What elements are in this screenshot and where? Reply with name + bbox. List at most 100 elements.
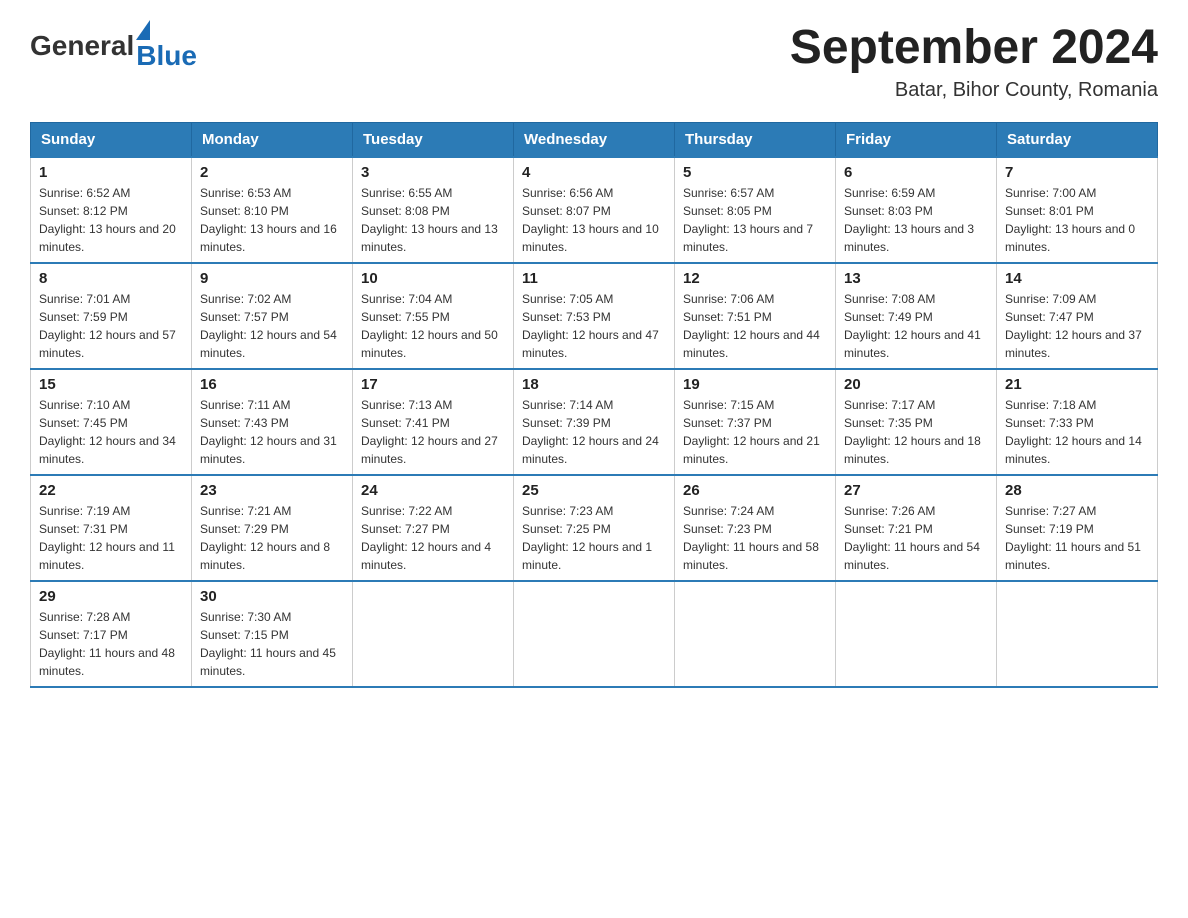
day-number: 7	[1005, 164, 1149, 181]
day-info: Sunrise: 7:01 AMSunset: 7:59 PMDaylight:…	[39, 292, 176, 360]
day-number: 11	[522, 270, 666, 287]
day-number: 29	[39, 588, 183, 605]
day-number: 15	[39, 376, 183, 393]
day-info: Sunrise: 6:55 AMSunset: 8:08 PMDaylight:…	[361, 186, 498, 254]
header-sunday: Sunday	[31, 123, 192, 158]
calendar-cell: 24 Sunrise: 7:22 AMSunset: 7:27 PMDaylig…	[353, 475, 514, 581]
calendar-cell: 19 Sunrise: 7:15 AMSunset: 7:37 PMDaylig…	[675, 369, 836, 475]
day-info: Sunrise: 7:18 AMSunset: 7:33 PMDaylight:…	[1005, 398, 1142, 466]
calendar-cell: 2 Sunrise: 6:53 AMSunset: 8:10 PMDayligh…	[192, 157, 353, 263]
calendar-week-row: 29 Sunrise: 7:28 AMSunset: 7:17 PMDaylig…	[31, 581, 1158, 687]
day-number: 17	[361, 376, 505, 393]
calendar-cell	[353, 581, 514, 687]
calendar-cell: 11 Sunrise: 7:05 AMSunset: 7:53 PMDaylig…	[514, 263, 675, 369]
day-info: Sunrise: 6:52 AMSunset: 8:12 PMDaylight:…	[39, 186, 176, 254]
day-number: 22	[39, 482, 183, 499]
day-number: 20	[844, 376, 988, 393]
month-title: September 2024	[790, 20, 1158, 75]
day-number: 9	[200, 270, 344, 287]
title-section: September 2024 Batar, Bihor County, Roma…	[790, 20, 1158, 102]
calendar-cell: 28 Sunrise: 7:27 AMSunset: 7:19 PMDaylig…	[997, 475, 1158, 581]
day-info: Sunrise: 7:06 AMSunset: 7:51 PMDaylight:…	[683, 292, 820, 360]
header-monday: Monday	[192, 123, 353, 158]
day-number: 21	[1005, 376, 1149, 393]
day-info: Sunrise: 7:23 AMSunset: 7:25 PMDaylight:…	[522, 504, 652, 572]
day-number: 4	[522, 164, 666, 181]
day-info: Sunrise: 7:13 AMSunset: 7:41 PMDaylight:…	[361, 398, 498, 466]
logo: General Blue	[30, 20, 197, 72]
day-number: 24	[361, 482, 505, 499]
calendar-cell: 22 Sunrise: 7:19 AMSunset: 7:31 PMDaylig…	[31, 475, 192, 581]
day-number: 12	[683, 270, 827, 287]
day-info: Sunrise: 7:17 AMSunset: 7:35 PMDaylight:…	[844, 398, 981, 466]
day-number: 13	[844, 270, 988, 287]
day-number: 23	[200, 482, 344, 499]
day-number: 25	[522, 482, 666, 499]
day-number: 1	[39, 164, 183, 181]
day-info: Sunrise: 7:30 AMSunset: 7:15 PMDaylight:…	[200, 610, 336, 678]
calendar-cell: 13 Sunrise: 7:08 AMSunset: 7:49 PMDaylig…	[836, 263, 997, 369]
day-info: Sunrise: 7:09 AMSunset: 7:47 PMDaylight:…	[1005, 292, 1142, 360]
logo-triangle-icon	[136, 20, 150, 40]
calendar-cell: 14 Sunrise: 7:09 AMSunset: 7:47 PMDaylig…	[997, 263, 1158, 369]
logo-blue-text: Blue	[136, 40, 197, 72]
calendar-table: Sunday Monday Tuesday Wednesday Thursday…	[30, 122, 1158, 688]
calendar-cell: 3 Sunrise: 6:55 AMSunset: 8:08 PMDayligh…	[353, 157, 514, 263]
calendar-cell	[997, 581, 1158, 687]
day-info: Sunrise: 7:14 AMSunset: 7:39 PMDaylight:…	[522, 398, 659, 466]
calendar-cell: 27 Sunrise: 7:26 AMSunset: 7:21 PMDaylig…	[836, 475, 997, 581]
day-number: 2	[200, 164, 344, 181]
day-info: Sunrise: 7:21 AMSunset: 7:29 PMDaylight:…	[200, 504, 330, 572]
calendar-week-row: 22 Sunrise: 7:19 AMSunset: 7:31 PMDaylig…	[31, 475, 1158, 581]
day-number: 26	[683, 482, 827, 499]
calendar-cell: 15 Sunrise: 7:10 AMSunset: 7:45 PMDaylig…	[31, 369, 192, 475]
location-text: Batar, Bihor County, Romania	[790, 79, 1158, 102]
calendar-cell: 8 Sunrise: 7:01 AMSunset: 7:59 PMDayligh…	[31, 263, 192, 369]
calendar-cell: 7 Sunrise: 7:00 AMSunset: 8:01 PMDayligh…	[997, 157, 1158, 263]
day-info: Sunrise: 7:10 AMSunset: 7:45 PMDaylight:…	[39, 398, 176, 466]
day-number: 30	[200, 588, 344, 605]
calendar-week-row: 1 Sunrise: 6:52 AMSunset: 8:12 PMDayligh…	[31, 157, 1158, 263]
header-friday: Friday	[836, 123, 997, 158]
calendar-cell: 23 Sunrise: 7:21 AMSunset: 7:29 PMDaylig…	[192, 475, 353, 581]
day-info: Sunrise: 7:00 AMSunset: 8:01 PMDaylight:…	[1005, 186, 1135, 254]
calendar-cell: 26 Sunrise: 7:24 AMSunset: 7:23 PMDaylig…	[675, 475, 836, 581]
logo-general-text: General	[30, 30, 134, 62]
day-info: Sunrise: 6:57 AMSunset: 8:05 PMDaylight:…	[683, 186, 813, 254]
calendar-cell: 29 Sunrise: 7:28 AMSunset: 7:17 PMDaylig…	[31, 581, 192, 687]
header-tuesday: Tuesday	[353, 123, 514, 158]
day-number: 14	[1005, 270, 1149, 287]
day-info: Sunrise: 7:28 AMSunset: 7:17 PMDaylight:…	[39, 610, 175, 678]
day-info: Sunrise: 7:22 AMSunset: 7:27 PMDaylight:…	[361, 504, 491, 572]
calendar-cell: 17 Sunrise: 7:13 AMSunset: 7:41 PMDaylig…	[353, 369, 514, 475]
day-number: 3	[361, 164, 505, 181]
calendar-cell	[514, 581, 675, 687]
page-header: General Blue September 2024 Batar, Bihor…	[30, 20, 1158, 102]
day-info: Sunrise: 7:11 AMSunset: 7:43 PMDaylight:…	[200, 398, 337, 466]
day-info: Sunrise: 7:02 AMSunset: 7:57 PMDaylight:…	[200, 292, 337, 360]
logo-container: General Blue	[30, 20, 197, 72]
day-info: Sunrise: 6:59 AMSunset: 8:03 PMDaylight:…	[844, 186, 974, 254]
header-saturday: Saturday	[997, 123, 1158, 158]
calendar-cell: 6 Sunrise: 6:59 AMSunset: 8:03 PMDayligh…	[836, 157, 997, 263]
day-info: Sunrise: 7:04 AMSunset: 7:55 PMDaylight:…	[361, 292, 498, 360]
calendar-cell: 20 Sunrise: 7:17 AMSunset: 7:35 PMDaylig…	[836, 369, 997, 475]
day-number: 27	[844, 482, 988, 499]
day-info: Sunrise: 7:26 AMSunset: 7:21 PMDaylight:…	[844, 504, 980, 572]
calendar-cell: 9 Sunrise: 7:02 AMSunset: 7:57 PMDayligh…	[192, 263, 353, 369]
calendar-cell	[675, 581, 836, 687]
day-info: Sunrise: 7:24 AMSunset: 7:23 PMDaylight:…	[683, 504, 819, 572]
calendar-cell: 18 Sunrise: 7:14 AMSunset: 7:39 PMDaylig…	[514, 369, 675, 475]
day-info: Sunrise: 6:56 AMSunset: 8:07 PMDaylight:…	[522, 186, 659, 254]
day-number: 28	[1005, 482, 1149, 499]
header-row: Sunday Monday Tuesday Wednesday Thursday…	[31, 123, 1158, 158]
calendar-cell: 10 Sunrise: 7:04 AMSunset: 7:55 PMDaylig…	[353, 263, 514, 369]
day-number: 19	[683, 376, 827, 393]
day-number: 10	[361, 270, 505, 287]
day-info: Sunrise: 7:15 AMSunset: 7:37 PMDaylight:…	[683, 398, 820, 466]
day-number: 18	[522, 376, 666, 393]
calendar-cell: 4 Sunrise: 6:56 AMSunset: 8:07 PMDayligh…	[514, 157, 675, 263]
day-number: 6	[844, 164, 988, 181]
day-info: Sunrise: 7:27 AMSunset: 7:19 PMDaylight:…	[1005, 504, 1141, 572]
day-info: Sunrise: 7:19 AMSunset: 7:31 PMDaylight:…	[39, 504, 175, 572]
